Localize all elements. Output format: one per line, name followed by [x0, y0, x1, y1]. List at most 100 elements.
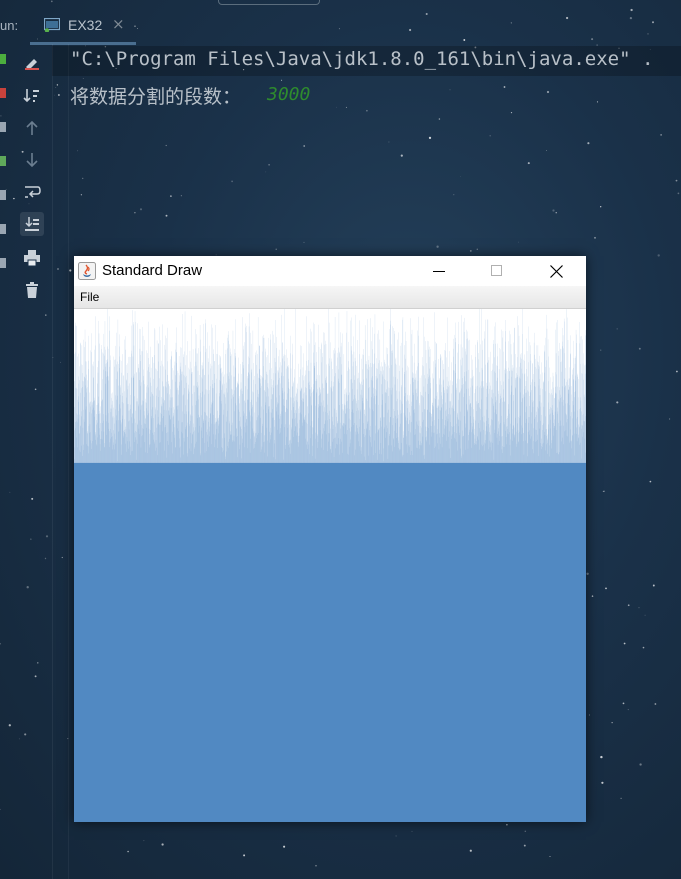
star — [638, 607, 640, 609]
star — [469, 849, 472, 852]
star — [388, 141, 390, 143]
frame-icon[interactable] — [0, 190, 6, 200]
star — [57, 268, 59, 270]
star — [627, 604, 630, 607]
pin-icon[interactable] — [0, 224, 6, 234]
star — [552, 209, 555, 212]
star — [281, 79, 283, 81]
clear-rerun-icon[interactable] — [20, 50, 44, 74]
star — [134, 212, 136, 214]
star — [524, 830, 527, 833]
star — [231, 180, 233, 183]
stop-icon[interactable] — [0, 88, 6, 98]
star — [161, 843, 164, 846]
close-button[interactable] — [533, 256, 579, 286]
star — [395, 835, 397, 837]
application-icon — [44, 18, 60, 32]
tab-ex32[interactable]: EX32 × — [30, 12, 136, 45]
star — [503, 86, 506, 88]
down-icon[interactable] — [20, 148, 44, 172]
star — [675, 179, 678, 182]
star — [438, 118, 441, 120]
star — [605, 587, 607, 590]
minimize-icon — [433, 271, 445, 272]
up-icon[interactable] — [20, 116, 44, 140]
star — [549, 856, 551, 857]
star — [61, 556, 63, 559]
run-tab-bar: un: EX32 × — [0, 0, 681, 45]
star — [82, 177, 84, 180]
star — [675, 370, 678, 373]
window-title: Standard Draw — [102, 262, 203, 279]
more-icon[interactable] — [0, 258, 6, 268]
trash-icon[interactable] — [20, 278, 44, 302]
star — [622, 702, 625, 705]
chart-bar-base — [74, 462, 586, 822]
star — [303, 145, 306, 147]
star — [546, 150, 547, 151]
star — [283, 845, 286, 848]
suspend-icon[interactable] — [0, 122, 6, 132]
star — [127, 850, 129, 853]
star — [596, 101, 599, 103]
star — [611, 722, 613, 724]
minimize-button[interactable] — [416, 256, 462, 286]
window-titlebar[interactable]: Standard Draw — [74, 256, 586, 286]
star — [639, 763, 642, 766]
star — [489, 135, 491, 137]
print-icon[interactable] — [20, 246, 44, 270]
star — [527, 162, 530, 165]
star — [586, 572, 589, 575]
sort-icon[interactable] — [20, 84, 44, 108]
star — [268, 163, 270, 166]
star — [600, 755, 603, 759]
star — [594, 236, 596, 239]
menu-file[interactable]: File — [80, 290, 99, 304]
star — [669, 418, 671, 420]
star — [82, 78, 84, 79]
restore-layout-icon[interactable] — [0, 156, 6, 166]
star — [428, 136, 432, 140]
star — [453, 194, 455, 196]
star — [303, 241, 305, 243]
maximize-button[interactable] — [474, 256, 520, 286]
scroll-to-end-icon[interactable] — [20, 212, 44, 236]
star — [55, 87, 57, 89]
star — [336, 106, 338, 108]
star — [57, 94, 60, 96]
star — [623, 642, 626, 645]
star — [620, 797, 622, 800]
star — [510, 112, 513, 114]
star — [400, 154, 403, 157]
star — [677, 192, 680, 195]
star — [77, 150, 79, 152]
input-value: 3000 — [267, 84, 311, 105]
star — [587, 142, 590, 145]
star — [449, 89, 451, 91]
star — [616, 401, 619, 404]
star — [139, 208, 143, 211]
star — [517, 241, 519, 243]
star — [642, 646, 645, 649]
star — [165, 214, 168, 217]
close-icon[interactable]: × — [112, 15, 125, 33]
star — [345, 106, 347, 108]
star — [600, 349, 602, 351]
run-toolbar — [0, 44, 53, 879]
star — [602, 490, 604, 492]
star — [275, 248, 277, 250]
star — [180, 195, 182, 197]
run-icon[interactable] — [0, 54, 6, 64]
star — [170, 195, 172, 197]
star — [603, 490, 605, 492]
star — [265, 171, 267, 173]
run-label: un: — [0, 18, 19, 33]
soft-wrap-icon[interactable] — [20, 180, 44, 204]
star — [366, 109, 368, 112]
star — [165, 144, 167, 147]
star — [555, 212, 557, 214]
star — [460, 176, 461, 177]
star — [654, 703, 657, 705]
java-icon — [78, 262, 96, 280]
gutter-divider — [68, 44, 69, 879]
